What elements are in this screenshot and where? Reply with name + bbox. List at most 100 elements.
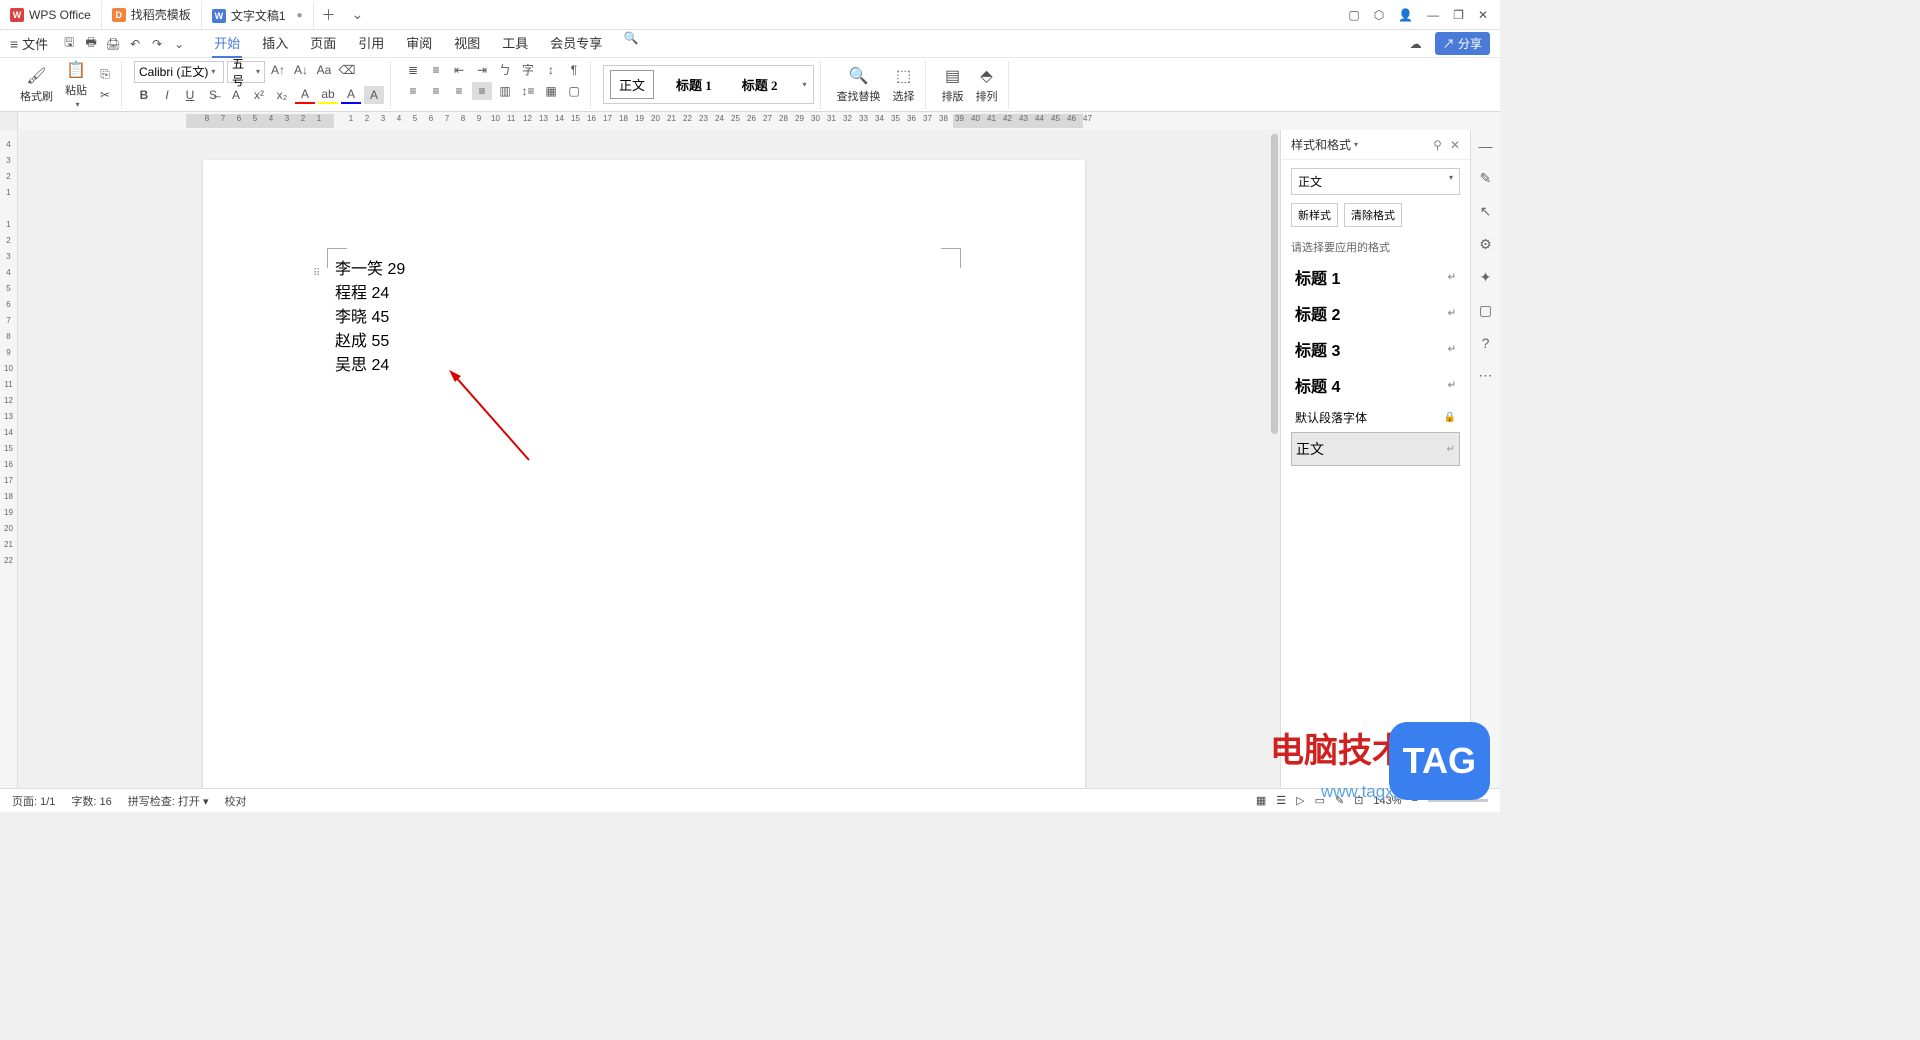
subscript-icon[interactable]: x₂ (272, 86, 292, 104)
vertical-ruler[interactable]: 432112345678910111213141516171819202122 (0, 130, 18, 796)
menutab-tools[interactable]: 工具 (500, 29, 530, 58)
panel-close-icon[interactable]: ✕ (1450, 138, 1460, 152)
change-case-icon[interactable]: Aa (314, 61, 334, 79)
shrink-font-icon[interactable]: A↓ (291, 61, 311, 79)
print-preview-icon[interactable]: 🖨 (104, 35, 122, 53)
style-h1[interactable]: 标题 1 (668, 71, 720, 98)
phonetic-icon[interactable]: ㄅ (495, 61, 515, 79)
pin-icon[interactable]: ⚲ (1433, 138, 1442, 152)
font-name-select[interactable]: Calibri (正文)▾ (134, 61, 224, 83)
view-page-icon[interactable]: ▦ (1256, 794, 1266, 807)
increase-indent-icon[interactable]: ⇥ (472, 61, 492, 79)
shading-icon[interactable]: ▦ (541, 82, 561, 100)
document-line[interactable]: 赵成 55 (335, 330, 953, 354)
user-icon[interactable]: 👤 (1398, 8, 1413, 22)
tab-list-dropdown[interactable]: ⌄ (344, 6, 372, 23)
pointer-icon[interactable]: ↖ (1480, 203, 1492, 220)
quick-dropdown[interactable]: ⌄ (170, 35, 188, 53)
style-list-item[interactable]: 标题 1↵ (1291, 259, 1460, 295)
horizontal-ruler[interactable]: 8765432112345678910111213141516171819202… (0, 112, 1500, 130)
show-marks-icon[interactable]: ¶ (564, 61, 584, 79)
screen-icon[interactable]: ▢ (1479, 302, 1492, 319)
settings-icon[interactable]: ⚙ (1479, 236, 1492, 253)
styles-gallery[interactable]: 正文 标题 1 标题 2 ▾ (603, 65, 814, 104)
style-h2[interactable]: 标题 2 (734, 71, 786, 98)
strike-icon[interactable]: S̶ (203, 86, 223, 104)
italic-icon[interactable]: I (157, 86, 177, 104)
tab-wps-office[interactable]: W WPS Office (0, 1, 102, 29)
scroll-thumb[interactable] (1271, 134, 1278, 434)
underline-icon[interactable]: U (180, 86, 200, 104)
distribute-icon[interactable]: ▥ (495, 82, 515, 100)
cube-icon[interactable]: ⬡ (1374, 8, 1384, 22)
line-spacing-icon[interactable]: ↕≡ (518, 82, 538, 100)
print-icon[interactable]: 🖶 (82, 35, 100, 53)
menutab-view[interactable]: 视图 (452, 29, 482, 58)
document-canvas[interactable]: ⠿ 李一笑 29程程 24李晓 45赵成 55吴思 24 (18, 130, 1270, 796)
tools-icon[interactable]: ✦ (1480, 269, 1492, 286)
undo-icon[interactable]: ↶ (126, 35, 144, 53)
redo-icon[interactable]: ↷ (148, 35, 166, 53)
style-normal[interactable]: 正文 (610, 70, 654, 99)
sort-icon[interactable]: ↕ (541, 61, 561, 79)
panel-title-dropdown[interactable]: ▾ (1354, 140, 1358, 149)
clear-format-icon[interactable]: ⌫ (337, 61, 357, 79)
document-line[interactable]: 吴思 24 (335, 354, 953, 378)
document-line[interactable]: 程程 24 (335, 282, 953, 306)
select-button[interactable]: ⬚选择 (889, 64, 919, 106)
maximize-button[interactable]: ❐ (1453, 8, 1464, 22)
view-read-icon[interactable]: ▷ (1296, 794, 1304, 807)
style-list-item[interactable]: 标题 4↵ (1291, 367, 1460, 403)
proofread-status[interactable]: 校对 (224, 793, 246, 809)
menutab-review[interactable]: 审阅 (404, 29, 434, 58)
borders-icon[interactable]: ▢ (564, 82, 584, 100)
copy-icon[interactable]: ⎘ (95, 66, 115, 84)
superscript-icon[interactable]: x² (249, 86, 269, 104)
grow-font-icon[interactable]: A↑ (268, 61, 288, 79)
clear-format-button[interactable]: 清除格式 (1344, 203, 1402, 227)
menutab-page[interactable]: 页面 (308, 29, 338, 58)
document-line[interactable]: 李晓 45 (335, 306, 953, 330)
numbering-icon[interactable]: ≡ (426, 61, 446, 79)
layout-button[interactable]: ▤排版 (938, 64, 968, 106)
paste-button[interactable]: 📋粘贴▾ (61, 58, 91, 111)
tab-document[interactable]: W 文字文稿1 ● (202, 1, 314, 29)
hamburger-icon[interactable]: ≡ (10, 36, 18, 52)
file-menu[interactable]: 文件 (22, 34, 48, 53)
decrease-indent-icon[interactable]: ⇤ (449, 61, 469, 79)
document-line[interactable]: 李一笑 29 (335, 258, 953, 282)
word-count[interactable]: 字数: 16 (71, 793, 111, 809)
save-icon[interactable]: 🖫 (60, 35, 78, 53)
more-icon[interactable]: ⋯ (1479, 367, 1493, 384)
font-effect-icon[interactable]: A (226, 86, 246, 104)
tab-template[interactable]: D 找稻壳模板 (102, 1, 202, 29)
style-list-item[interactable]: 标题 3↵ (1291, 331, 1460, 367)
search-icon[interactable]: 🔍 (622, 29, 640, 47)
pen-icon[interactable]: ✎ (1480, 170, 1492, 187)
close-button[interactable]: ✕ (1478, 8, 1488, 22)
view-outline-icon[interactable]: ☰ (1276, 794, 1286, 807)
style-list-item[interactable]: 默认段落字体🔒 (1291, 403, 1460, 432)
align-center-icon[interactable]: ≡ (426, 82, 446, 100)
font-color-icon[interactable]: A (295, 86, 315, 104)
new-style-button[interactable]: 新样式 (1291, 203, 1338, 227)
menutab-member[interactable]: 会员专享 (548, 29, 604, 58)
style-list-item[interactable]: 标题 2↵ (1291, 295, 1460, 331)
format-brush-button[interactable]: 🖌格式刷 (16, 64, 57, 106)
share-button[interactable]: ↗ 分享 (1435, 32, 1490, 55)
align-right-icon[interactable]: ≡ (449, 82, 469, 100)
menutab-insert[interactable]: 插入 (260, 29, 290, 58)
bullets-icon[interactable]: ≣ (403, 61, 423, 79)
highlight-icon[interactable]: ab (318, 86, 338, 104)
styles-more-icon[interactable]: ▾ (803, 80, 807, 89)
spellcheck-status[interactable]: 拼写检查: 打开 ▾ (128, 793, 209, 809)
font-size-select[interactable]: 五号▾ (227, 61, 265, 83)
layout-icon[interactable]: ▢ (1348, 8, 1359, 22)
page-indicator[interactable]: 页面: 1/1 (12, 793, 55, 809)
bold-icon[interactable]: B (134, 86, 154, 104)
align-left-icon[interactable]: ≡ (403, 82, 423, 100)
new-tab-button[interactable]: ＋ (314, 5, 344, 25)
vertical-scrollbar[interactable] (1270, 130, 1280, 796)
collapse-icon[interactable]: — (1479, 138, 1493, 154)
minimize-button[interactable]: — (1427, 8, 1439, 22)
